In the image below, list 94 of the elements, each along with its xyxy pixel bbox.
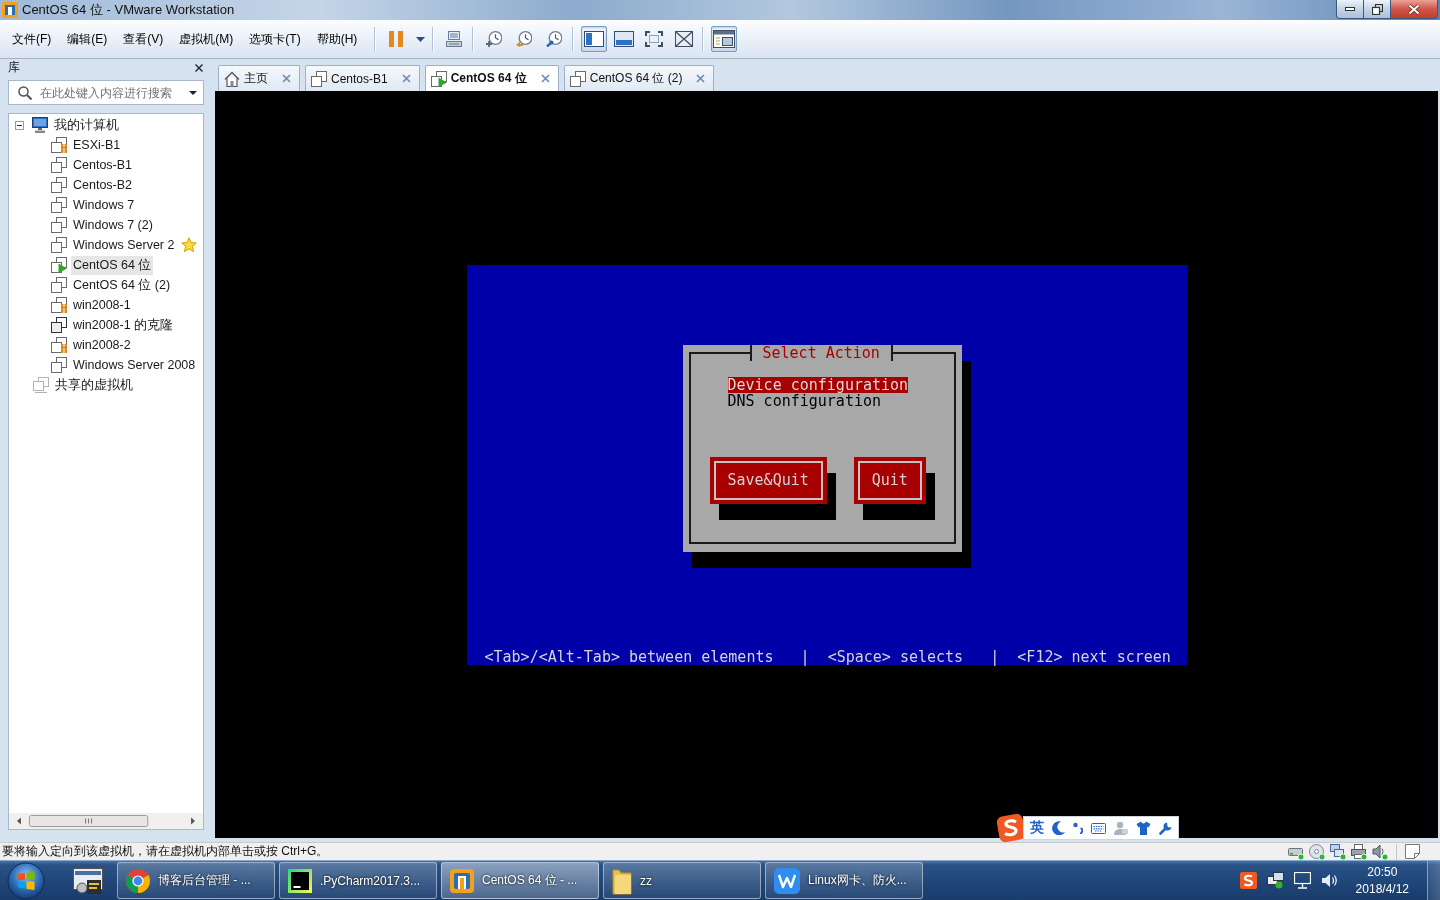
- menu-option[interactable]: Device configuration: [727, 376, 909, 393]
- key-hint: <Tab>/<Alt-Tab> between elements | <Space> selects | <F12> next screen: [484, 648, 1171, 665]
- restore-icon: [1371, 3, 1383, 15]
- home-icon: [224, 70, 240, 87]
- network-icon[interactable]: [1266, 872, 1284, 889]
- menu-item[interactable]: 选项卡(T): [249, 28, 301, 50]
- moon-icon[interactable]: [1052, 821, 1065, 835]
- taskbar-button[interactable]: Linux网卡、防火...: [765, 862, 923, 899]
- minimize-icon: [1345, 7, 1355, 11]
- fullscreen-icon: [645, 31, 664, 47]
- round-logo-icon: [126, 868, 150, 893]
- shirt-icon[interactable]: [1136, 821, 1151, 835]
- stacked-squares-icon: [311, 70, 327, 87]
- tree-item[interactable]: Centos-B1: [71, 157, 135, 173]
- tab[interactable]: Centos-B1: [305, 65, 420, 91]
- sidebar-panel-icon: [584, 31, 605, 47]
- minimize-button[interactable]: [1336, 0, 1364, 19]
- library-title: 库: [8, 59, 20, 76]
- status-message: 要将输入定向到该虚拟机，请在虚拟机内部单击或按 Ctrl+G。: [2, 843, 329, 860]
- menu-item[interactable]: 编辑(E): [67, 28, 108, 50]
- window-title: CentOS 64 位 - VMware Workstation: [22, 1, 235, 19]
- wrench-icon[interactable]: [1159, 821, 1173, 835]
- clock-time: 20:50: [1367, 863, 1398, 881]
- tree-item[interactable]: win2008-1 的克隆: [71, 315, 176, 335]
- note-icon[interactable]: [1405, 844, 1420, 859]
- app-logo-icon: [450, 868, 474, 893]
- taskbar-button[interactable]: .PyCharm2017.3...: [279, 862, 437, 899]
- tab[interactable]: CentOS 64 位 (2): [563, 65, 715, 91]
- volume-icon[interactable]: [1320, 872, 1338, 889]
- close-button[interactable]: [1390, 0, 1438, 19]
- dialog-title: Select Action: [749, 344, 893, 361]
- tab[interactable]: 主页: [218, 65, 300, 91]
- tab[interactable]: CentOS 64 位: [424, 65, 559, 91]
- tree-item[interactable]: 我的计算机: [52, 115, 121, 135]
- clock-plus-icon: [486, 31, 503, 47]
- tree-item[interactable]: Windows 7: [71, 197, 137, 213]
- tree-item[interactable]: win2008-1: [71, 297, 133, 313]
- pause-icon: [389, 31, 404, 47]
- printer-icon[interactable]: [1351, 843, 1367, 860]
- caret-icon: [415, 36, 425, 42]
- search-icon: [18, 85, 32, 100]
- show-desktop-button[interactable]: [1427, 860, 1440, 900]
- clock-date: 2018/4/12: [1355, 880, 1409, 898]
- faded-squares-icon: [33, 377, 49, 393]
- tree-item[interactable]: Windows Server 2: [71, 237, 177, 253]
- punctuation-icon[interactable]: [1073, 822, 1083, 834]
- clock-wrench-icon: [546, 31, 563, 47]
- taskbar-button[interactable]: 博客后台管理 - ...: [117, 862, 275, 899]
- clock-arrow-icon: [516, 31, 533, 47]
- tree-item[interactable]: CentOS 64 位 (2): [71, 275, 173, 295]
- crossed-window-icon: [675, 31, 694, 47]
- menu-option[interactable]: DNS configuration: [727, 392, 882, 409]
- taskbar-button[interactable]: CentOS 64 位 - ...: [441, 862, 599, 899]
- ime-mode[interactable]: 英: [1030, 819, 1044, 837]
- collapse-icon[interactable]: [15, 120, 24, 130]
- tree-item[interactable]: CentOS 64 位: [71, 255, 154, 275]
- tree-item[interactable]: Windows 7 (2): [71, 217, 155, 233]
- start-button[interactable]: [7, 861, 45, 900]
- s-logo-icon[interactable]: [1239, 872, 1257, 889]
- menu-item[interactable]: 虚拟机(M): [179, 28, 234, 50]
- sound-icon[interactable]: [1372, 843, 1388, 860]
- caret-icon[interactable]: [189, 90, 197, 95]
- tree-item[interactable]: ESXi-B1: [71, 137, 123, 153]
- menu-item[interactable]: 查看(V): [123, 28, 164, 50]
- monitor-icon[interactable]: [1293, 872, 1311, 889]
- disc-icon[interactable]: [1309, 843, 1325, 860]
- restore-button[interactable]: [1363, 0, 1391, 19]
- horizontal-scrollbar[interactable]: [9, 813, 203, 829]
- computer-icon: [32, 117, 48, 133]
- app-window-icon[interactable]: [73, 865, 103, 896]
- app-logo-icon: [2, 2, 18, 18]
- square-logo-icon: [288, 868, 312, 893]
- monitor-bar-icon: [614, 31, 635, 47]
- stacked-squares-icon: [569, 70, 586, 87]
- menu-item[interactable]: 帮助(H): [316, 28, 358, 50]
- network-adapter-icon[interactable]: [1330, 843, 1346, 860]
- library-view-button[interactable]: [581, 26, 608, 52]
- search-field[interactable]: 在此处键入内容进行搜索: [8, 80, 204, 105]
- monitor-keyboard-icon: [446, 31, 463, 47]
- folder-icon: [612, 866, 632, 895]
- window-icon: [713, 30, 736, 48]
- w-logo-icon: [774, 867, 800, 894]
- keyboard-icon[interactable]: [1091, 822, 1106, 834]
- tree-item[interactable]: 共享的虚拟机: [53, 375, 135, 395]
- close-icon: [1408, 3, 1420, 15]
- menu-item[interactable]: 文件(F): [12, 28, 52, 50]
- close-icon[interactable]: [195, 63, 203, 72]
- stacked-squares-play-icon: [430, 70, 447, 87]
- tree-item[interactable]: Centos-B2: [71, 177, 135, 193]
- tree-item[interactable]: Windows Server 2008: [71, 357, 198, 373]
- taskbar-button[interactable]: zz: [603, 862, 761, 899]
- tree-item[interactable]: win2008-2: [71, 337, 133, 353]
- s-logo-icon[interactable]: [997, 814, 1025, 842]
- console-view-button[interactable]: [711, 26, 738, 52]
